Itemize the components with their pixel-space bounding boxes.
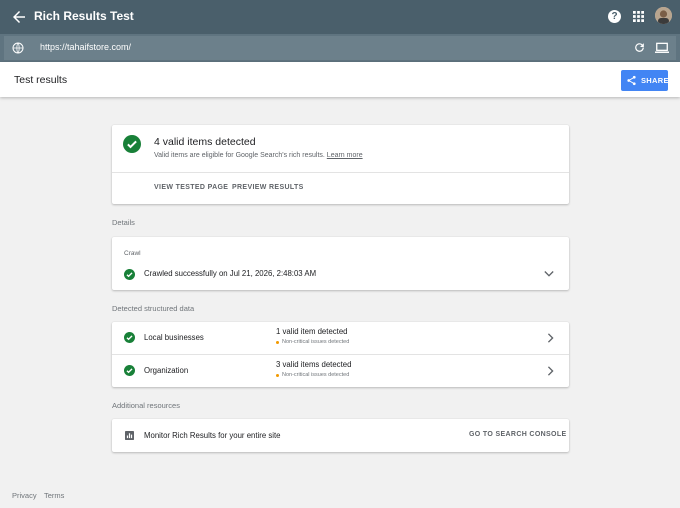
learn-more-link[interactable]: Learn more [327,152,363,159]
monitor-rich-results-text: Monitor Rich Results for your entire sit… [144,431,281,440]
chevron-down-icon[interactable] [544,270,554,278]
structured-item-local-businesses[interactable]: Local businesses 1 valid item detected N… [112,322,569,354]
structured-data-card: Local businesses 1 valid item detected N… [112,322,569,387]
reload-icon[interactable] [633,41,646,54]
valid-check-icon [123,135,141,153]
item-valid-count: 3 valid items detected [276,360,352,369]
view-tested-page-button[interactable]: VIEW TESTED PAGE [154,184,228,191]
warning-dot-icon [276,341,279,344]
app-header: Rich Results Test ? [0,0,680,34]
item-name: Local businesses [144,333,204,342]
results-title: Test results [14,74,68,86]
resources-card: Monitor Rich Results for your entire sit… [112,419,569,452]
item-issues-note: Non-critical issues detected [282,339,350,345]
item-name: Organization [144,366,189,375]
item-valid-count: 1 valid item detected [276,327,348,336]
summary-card: 4 valid items detected Valid items are e… [112,125,569,204]
valid-check-icon [124,332,135,343]
structured-item-organization[interactable]: Organization 3 valid items detected Non-… [112,354,569,386]
summary-divider [112,172,569,173]
preview-results-button[interactable]: PREVIEW RESULTS [232,184,304,191]
crawl-success-icon [124,269,135,280]
warning-dot-icon [276,374,279,377]
details-section-label: Details [112,218,135,227]
summary-subtitle: Valid items are eligible for Google Sear… [154,152,363,159]
crawl-label: Crawl [124,250,141,257]
url-bar: https://tahaifstore.com/ [0,34,680,62]
url-field[interactable]: https://tahaifstore.com/ [4,36,676,60]
account-avatar[interactable] [655,7,672,24]
desktop-device-icon[interactable] [655,42,669,54]
apps-grid-icon[interactable] [633,11,644,22]
tested-url[interactable]: https://tahaifstore.com/ [40,42,131,52]
summary-subtitle-text: Valid items are eligible for Google Sear… [154,152,325,159]
chevron-right-icon[interactable] [547,366,554,376]
item-issues-note: Non-critical issues detected [282,372,350,378]
chevron-right-icon[interactable] [547,333,554,343]
privacy-link[interactable]: Privacy [12,491,37,500]
terms-link[interactable]: Terms [44,491,64,500]
share-label: SHARE [641,76,669,85]
back-arrow-icon[interactable] [10,8,28,26]
crawl-card[interactable]: Crawl Crawled successfully on Jul 21, 20… [112,237,569,290]
search-console-icon [125,431,134,440]
share-button[interactable]: SHARE [621,70,668,91]
crawl-status: Crawled successfully on Jul 21, 2026, 2:… [144,269,317,278]
valid-check-icon [124,365,135,376]
summary-title: 4 valid items detected [154,136,256,148]
share-icon [627,75,636,86]
results-toolbar: Test results SHARE [0,62,680,97]
go-to-search-console-button[interactable]: GO TO SEARCH CONSOLE [469,431,567,438]
globe-icon [12,42,24,54]
resources-section-label: Additional resources [112,401,180,410]
help-icon[interactable]: ? [608,10,621,23]
app-title: Rich Results Test [34,9,134,23]
structured-data-section-label: Detected structured data [112,304,195,313]
